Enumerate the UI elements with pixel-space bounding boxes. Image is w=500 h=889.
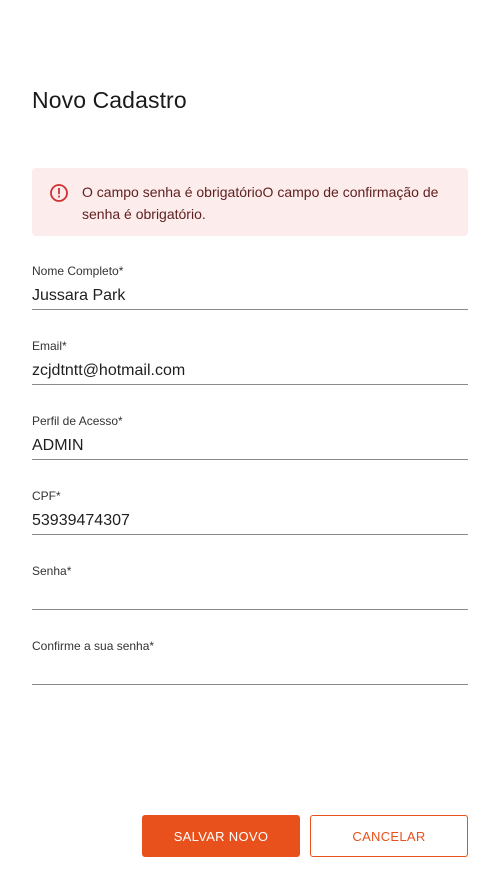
confirmacao-senha-input[interactable] xyxy=(32,656,468,685)
confirmacao-senha-field: Confirme a sua senha* xyxy=(32,638,468,685)
senha-label: Senha* xyxy=(32,564,72,578)
cpf-field: CPF* xyxy=(32,488,468,535)
perfil-acesso-input[interactable] xyxy=(32,431,468,460)
cpf-input[interactable] xyxy=(32,506,468,535)
cancelar-button[interactable]: CANCELAR xyxy=(310,815,468,857)
error-circle-icon xyxy=(49,183,69,203)
senha-field: Senha* xyxy=(32,563,468,610)
confirmacao-senha-label: Confirme a sua senha* xyxy=(32,639,155,653)
nome-completo-field: Nome Completo* xyxy=(32,263,468,310)
perfil-acesso-field: Perfil de Acesso* xyxy=(32,413,468,460)
nome-completo-input[interactable] xyxy=(32,281,468,310)
error-alert-message: O campo senha é obrigatórioO campo de co… xyxy=(82,184,439,222)
senha-input[interactable] xyxy=(32,581,468,610)
perfil-acesso-label: Perfil de Acesso* xyxy=(32,414,123,428)
email-label: Email* xyxy=(32,339,67,353)
cpf-label: CPF* xyxy=(32,489,61,503)
nome-completo-label: Nome Completo* xyxy=(32,264,124,278)
error-alert: O campo senha é obrigatórioO campo de co… xyxy=(32,168,468,236)
salvar-novo-button[interactable]: SALVAR NOVO xyxy=(142,815,300,857)
email-input[interactable] xyxy=(32,356,468,385)
email-field: Email* xyxy=(32,338,468,385)
page-title: Novo Cadastro xyxy=(32,87,187,114)
